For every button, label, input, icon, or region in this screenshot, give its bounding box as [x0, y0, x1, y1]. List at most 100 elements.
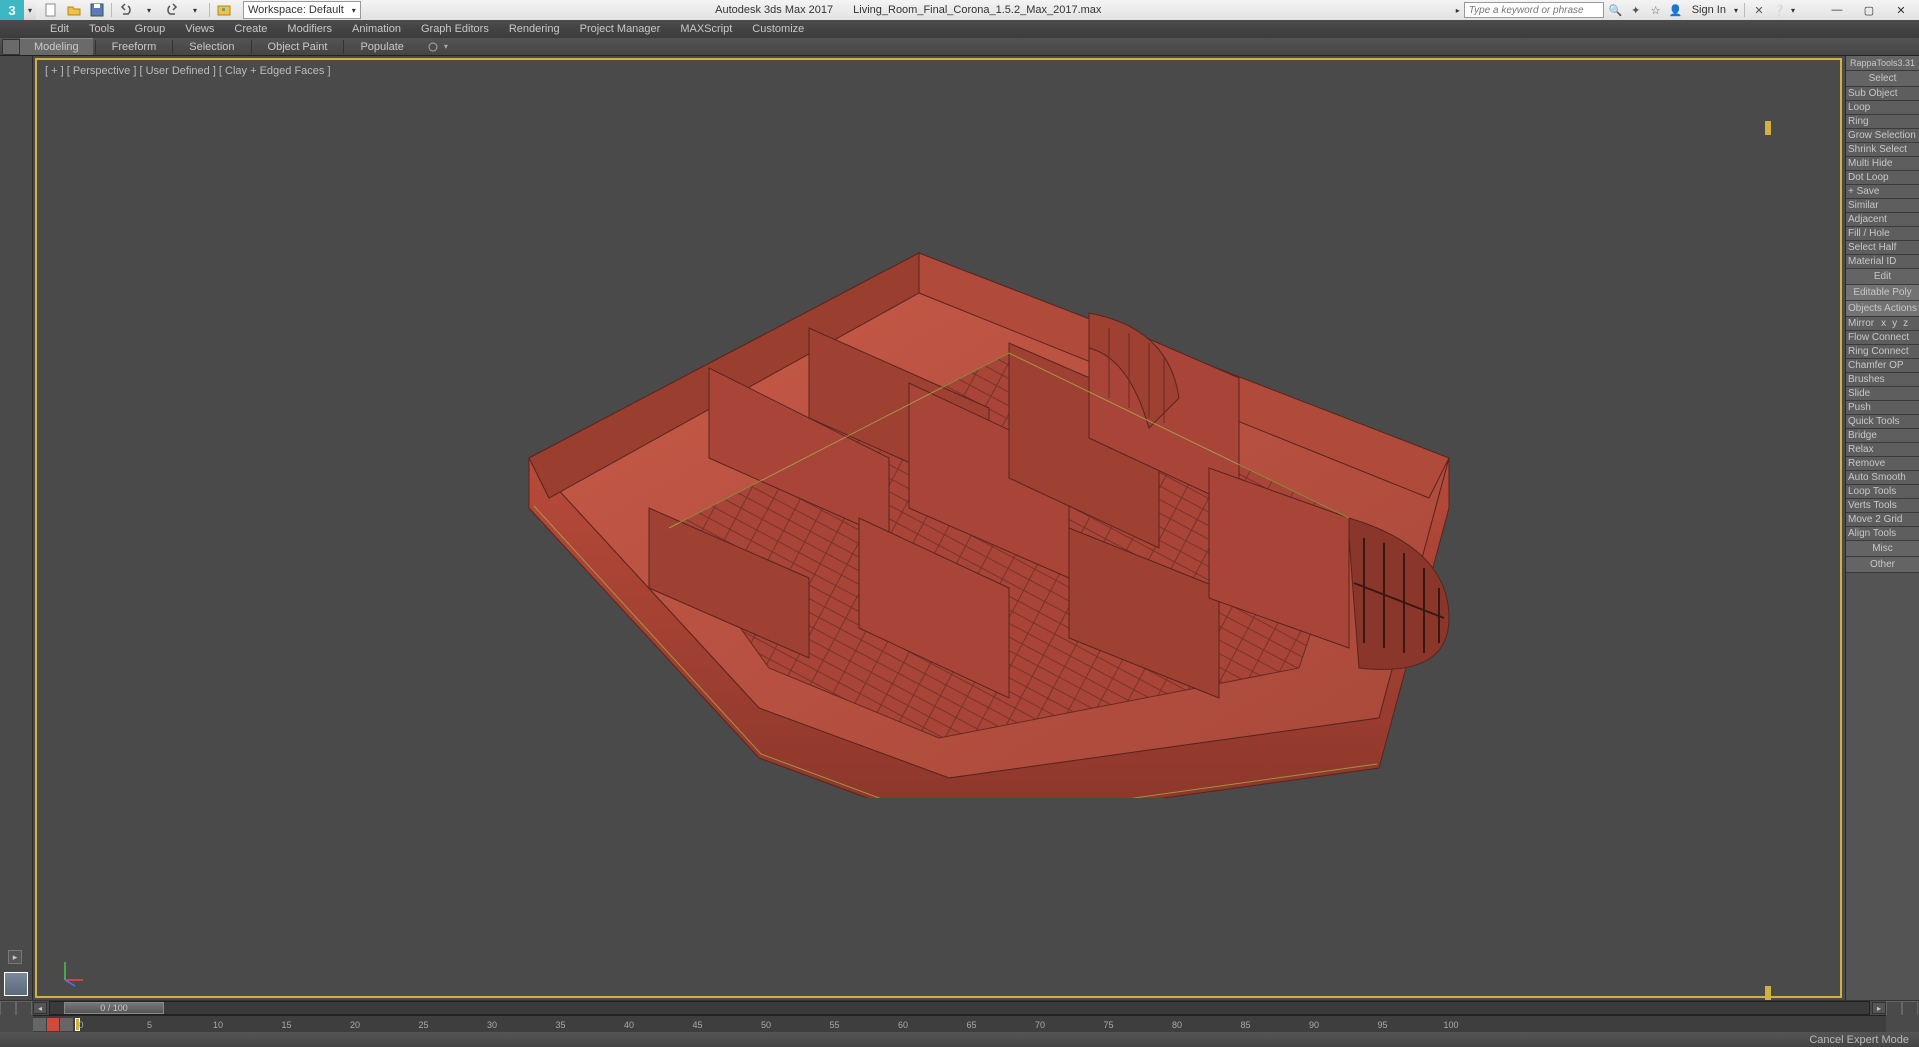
viewport-label[interactable]: [ + ] [ Perspective ] [ User Defined ] […	[45, 65, 331, 77]
title-bar: 3 ▾ ▾ ▾ Workspace: Default ▾ Autodesk 3d…	[0, 0, 1919, 20]
rappa-misc[interactable]: Misc	[1846, 541, 1919, 557]
ribtab-selection[interactable]: Selection	[175, 39, 248, 55]
rappa-chamfer-op[interactable]: Chamfer OP	[1846, 359, 1919, 373]
rappa-align-tools[interactable]: Align Tools	[1846, 527, 1919, 541]
menu-rendering[interactable]: Rendering	[499, 21, 570, 37]
project-icon[interactable]	[213, 1, 235, 19]
search-caret[interactable]: ▸	[1456, 6, 1460, 15]
ribbon-toggle[interactable]	[2, 39, 20, 55]
rappa-material-id[interactable]: Material ID	[1846, 255, 1919, 269]
menu-group[interactable]: Group	[125, 21, 176, 37]
track-toggle-right[interactable]	[1886, 1001, 1919, 1016]
save-icon[interactable]	[86, 1, 108, 19]
rappa-loop-tools[interactable]: Loop Tools	[1846, 485, 1919, 499]
viewport-layout-button[interactable]	[4, 972, 28, 996]
workspace-dropdown[interactable]: Workspace: Default ▾	[243, 1, 361, 19]
maximize-icon[interactable]: ▢	[1855, 0, 1883, 20]
rappa-relax[interactable]: Relax	[1846, 443, 1919, 457]
rappa-objects-actions[interactable]: Objects Actions	[1846, 301, 1919, 317]
ribtab-object-paint[interactable]: Object Paint	[254, 39, 342, 55]
app-menu-drop[interactable]: ▾	[24, 0, 36, 20]
menu-edit[interactable]: Edit	[40, 21, 79, 37]
rappa-shrink-select[interactable]: Shrink Select	[1846, 143, 1919, 157]
ribtab-freeform[interactable]: Freeform	[98, 39, 171, 55]
rappa-ring[interactable]: Ring	[1846, 115, 1919, 129]
rappa-select[interactable]: Select	[1846, 71, 1919, 87]
rappa-similar[interactable]: Similar	[1846, 199, 1919, 213]
app-title: Autodesk 3ds Max 2017	[715, 4, 833, 16]
axis-gizmo	[57, 958, 87, 988]
undo-drop[interactable]: ▾	[138, 1, 160, 19]
signin-link[interactable]: Sign In	[1692, 4, 1726, 16]
rappa-other[interactable]: Other	[1846, 557, 1919, 573]
rappatools-panel: RappaTools3.31 SelectSub ObjectLoopRingG…	[1845, 56, 1919, 1000]
rappa-ring-connect[interactable]: Ring Connect	[1846, 345, 1919, 359]
status-bar: Cancel Expert Mode	[0, 1032, 1919, 1047]
menu-tools[interactable]: Tools	[79, 21, 125, 37]
app-logo[interactable]: 3	[0, 0, 24, 20]
scroll-right-icon[interactable]: ▸	[1872, 1002, 1886, 1014]
dock-expand-icon[interactable]: ▸	[8, 950, 22, 964]
ribtab-populate[interactable]: Populate	[346, 39, 417, 55]
undo-icon[interactable]	[115, 1, 137, 19]
ribtab-modeling[interactable]: Modeling	[20, 38, 93, 55]
rappa-dot-loop[interactable]: Dot Loop	[1846, 171, 1919, 185]
time-slider-thumb[interactable]: 0 / 100	[64, 1002, 164, 1014]
rappa-fill-hole[interactable]: Fill / Hole	[1846, 227, 1919, 241]
search-input[interactable]	[1464, 2, 1604, 18]
menu-modifiers[interactable]: Modifiers	[277, 21, 342, 37]
rappa-verts-tools[interactable]: Verts Tools	[1846, 499, 1919, 513]
close-icon[interactable]: ✕	[1887, 0, 1915, 20]
chevron-down-icon: ▾	[352, 6, 356, 15]
rappa-quick-tools[interactable]: Quick Tools	[1846, 415, 1919, 429]
track-toggle[interactable]	[0, 1001, 33, 1016]
redo-drop[interactable]: ▾	[184, 1, 206, 19]
panel-handle[interactable]	[1765, 121, 1771, 135]
rappa-push[interactable]: Push	[1846, 401, 1919, 415]
rappa-flow-connect[interactable]: Flow Connect	[1846, 331, 1919, 345]
rappa--save[interactable]: + Save	[1846, 185, 1919, 199]
timeline-track[interactable]: 0510152025303540455055606570758085909510…	[33, 1015, 1886, 1032]
left-dock: ▸	[0, 56, 33, 1000]
panel-handle-bottom[interactable]	[1765, 986, 1771, 1000]
rappa-select-half[interactable]: Select Half	[1846, 241, 1919, 255]
new-icon[interactable]	[40, 1, 62, 19]
menu-maxscript[interactable]: MAXScript	[670, 21, 742, 37]
rappa-edit[interactable]: Edit	[1846, 269, 1919, 285]
viewport-perspective[interactable]: [ + ] [ Perspective ] [ User Defined ] […	[33, 56, 1845, 1000]
scroll-left-icon[interactable]: ◂	[33, 1002, 47, 1014]
rappa-auto-smooth[interactable]: Auto Smooth	[1846, 471, 1919, 485]
ribbon-expand-icon[interactable]	[424, 39, 442, 55]
rappa-adjacent[interactable]: Adjacent	[1846, 213, 1919, 227]
menu-graph-editors[interactable]: Graph Editors	[411, 21, 499, 37]
rappa-move-2-grid[interactable]: Move 2 Grid	[1846, 513, 1919, 527]
rappa-multi-hide[interactable]: Multi Hide	[1846, 157, 1919, 171]
open-icon[interactable]	[63, 1, 85, 19]
search-icon[interactable]: 🔍	[1608, 2, 1624, 18]
menu-views[interactable]: Views	[175, 21, 224, 37]
ribbon-bar: Modeling FreeformSelection Object PaintPop…	[0, 38, 1919, 56]
rappa-editable-poly[interactable]: Editable Poly	[1846, 285, 1919, 301]
rappa-grow-selection[interactable]: Grow Selection	[1846, 129, 1919, 143]
user-icon[interactable]: 👤	[1668, 2, 1684, 18]
link-icon[interactable]: ✦	[1628, 2, 1644, 18]
rappa-bridge[interactable]: Bridge	[1846, 429, 1919, 443]
exchange-icon[interactable]: ✕	[1751, 2, 1767, 18]
rappa-mirror-x-y-z[interactable]: Mirrorxyz	[1846, 317, 1919, 331]
time-slider[interactable]: 0 / 100	[49, 1001, 1870, 1015]
menu-customize[interactable]: Customize	[742, 21, 814, 37]
rappa-sub-object[interactable]: Sub Object	[1846, 87, 1919, 101]
menu-create[interactable]: Create	[224, 21, 277, 37]
menu-project-manager[interactable]: Project Manager	[570, 21, 671, 37]
status-cancel-expert[interactable]: Cancel Expert Mode	[1809, 1034, 1909, 1046]
redo-icon[interactable]	[161, 1, 183, 19]
rappa-slide[interactable]: Slide	[1846, 387, 1919, 401]
rappa-loop[interactable]: Loop	[1846, 101, 1919, 115]
rappa-brushes[interactable]: Brushes	[1846, 373, 1919, 387]
menu-animation[interactable]: Animation	[342, 21, 411, 37]
quick-access-toolbar: ▾ ▾	[40, 1, 235, 19]
help-icon[interactable]: ❔	[1771, 2, 1787, 18]
rappa-remove[interactable]: Remove	[1846, 457, 1919, 471]
minimize-icon[interactable]: —	[1823, 0, 1851, 20]
star-icon[interactable]: ☆	[1648, 2, 1664, 18]
